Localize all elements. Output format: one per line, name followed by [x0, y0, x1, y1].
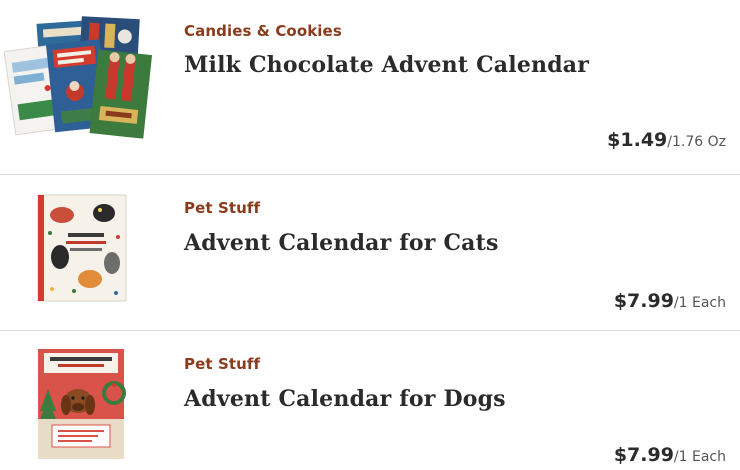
product-category[interactable]: Pet Stuff	[184, 199, 260, 217]
product-category[interactable]: Candies & Cookies	[184, 22, 342, 40]
product-price: $1.49	[607, 129, 668, 151]
price-unit: /1.76 Oz	[667, 134, 726, 150]
price-line: $1.49/1.76 Oz	[607, 129, 726, 151]
advent-calendar-assortment-image[interactable]	[4, 12, 154, 142]
product-name[interactable]: Advent Calendar for Cats	[184, 230, 499, 256]
product-price: $7.99	[613, 290, 674, 312]
product-category[interactable]: Pet Stuff	[184, 355, 260, 373]
product-card[interactable]: Pet Stuff Advent Calendar for Cats $7.99…	[0, 174, 740, 330]
dog-advent-calendar-image[interactable]	[4, 349, 154, 470]
price-unit: /1 Each	[673, 449, 726, 465]
product-name[interactable]: Advent Calendar for Dogs	[184, 386, 506, 412]
product-name[interactable]: Milk Chocolate Advent Calendar	[184, 52, 589, 78]
product-card[interactable]: Candies & Cookies Milk Chocolate Advent …	[0, 0, 740, 174]
product-card[interactable]: Pet Stuff Advent Calendar for Dogs $7.99…	[0, 330, 740, 470]
price-unit: /1 Each	[673, 295, 726, 311]
price-line: $7.99/1 Each	[614, 290, 726, 312]
price-line: $7.99/1 Each	[614, 444, 726, 466]
cat-advent-calendar-image[interactable]	[4, 193, 154, 323]
product-price: $7.99	[613, 444, 674, 466]
product-list: Candies & Cookies Milk Chocolate Advent …	[0, 0, 740, 470]
